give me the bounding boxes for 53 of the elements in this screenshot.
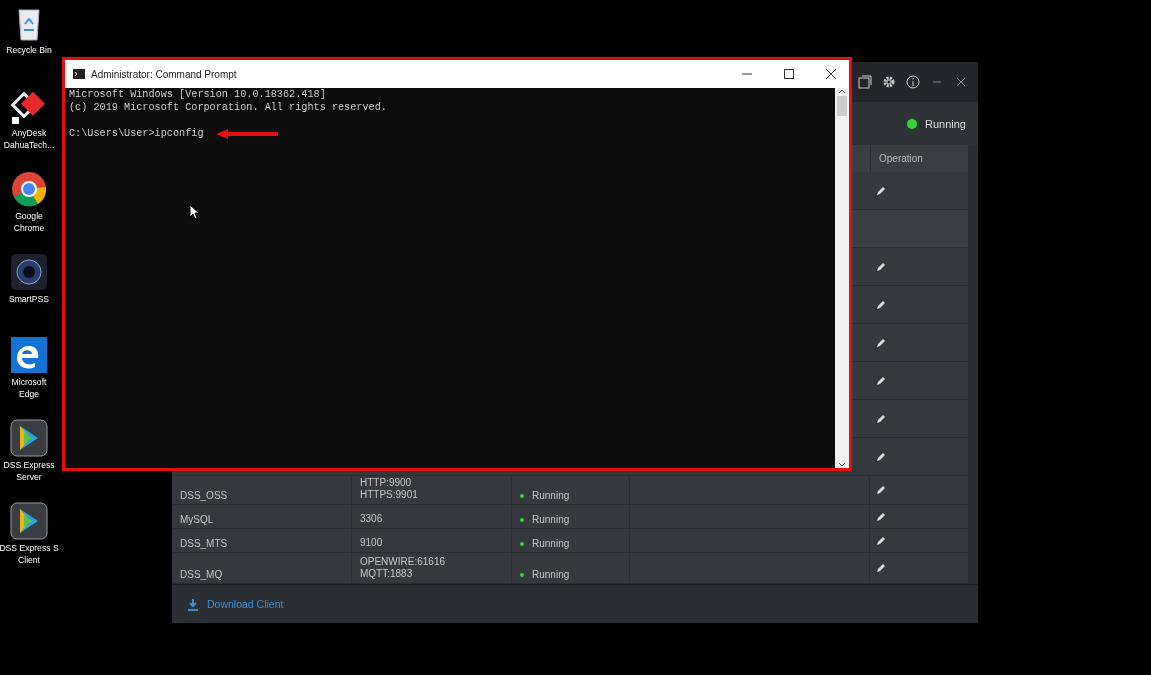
status-text: Running [532,490,570,501]
desktop-icon-label[interactable]: SmartPSS [8,293,50,305]
edit-icon[interactable] [876,485,886,495]
edit-icon[interactable] [876,261,886,272]
edit-icon[interactable] [876,563,886,573]
browser-icon [10,170,48,208]
edit-icon[interactable] [876,535,886,546]
desktop-icon-label[interactable]: DSS Express S Client [0,542,59,566]
table-cell: HTTP:9900 HTTPS:9901 [352,476,512,504]
table-cell: OPENWIRE:61616 MQTT:1883 [352,553,512,583]
status-text: Running [925,117,966,130]
table-cell: DSS_OSS [172,476,352,504]
play-logo-icon [10,419,48,457]
table-cell: 3306 [352,505,512,528]
console-text: C:\Users\User>ipconfig [69,127,204,140]
status-text: Running [532,538,570,549]
edit-icon[interactable] [876,511,886,522]
terminal-icon [73,69,85,79]
edit-icon[interactable] [876,337,886,348]
close-icon[interactable] [826,69,836,79]
browser-e-icon [10,336,48,374]
scroll-down-icon[interactable] [838,460,846,468]
desktop-icon-label[interactable]: AnyDesk DahuaTech... [3,127,55,151]
desktop-icon-label[interactable]: Microsoft Edge [11,376,47,400]
scrollbar[interactable] [835,88,849,468]
desktop-icon-label[interactable]: Google Chrome [13,210,45,234]
download-icon [187,597,199,611]
edit-icon[interactable] [876,185,886,196]
edit-icon[interactable] [876,413,886,424]
info-icon[interactable] [906,75,920,89]
download-link[interactable]: Download Client [207,598,284,610]
table-cell: DSS_MTS [172,529,352,552]
console-text: (c) 2019 Microsoft Corporation. All rights reserved. [69,101,387,114]
status-text: Running [532,514,570,525]
edit-icon[interactable] [876,451,886,462]
edit-icon[interactable] [876,299,886,310]
desktop-icon-label[interactable]: DSS Express Server [3,459,55,483]
table-cell: MySQL [172,505,352,528]
edit-icon[interactable] [876,375,886,386]
settings-icon[interactable] [882,75,896,89]
table-cell: DSS_MQ [172,553,352,583]
arrow-annotation [215,127,280,140]
table-cell: 9100 [352,529,512,552]
status-text: Running [532,569,570,580]
mouse-pointer-icon [189,204,199,220]
window-title: Administrator: Command Prompt [91,68,238,80]
console-text: Microsoft Windows [Version 10.0.18362.418] [69,88,326,101]
play-logo-icon [10,502,48,540]
camera-lens-icon [10,253,48,291]
scrollbar-thumb[interactable] [837,96,847,116]
scroll-up-icon[interactable] [838,88,846,96]
desktop-icon-label[interactable]: Recycle Bin [6,44,52,56]
maximize-icon[interactable] [784,69,794,79]
